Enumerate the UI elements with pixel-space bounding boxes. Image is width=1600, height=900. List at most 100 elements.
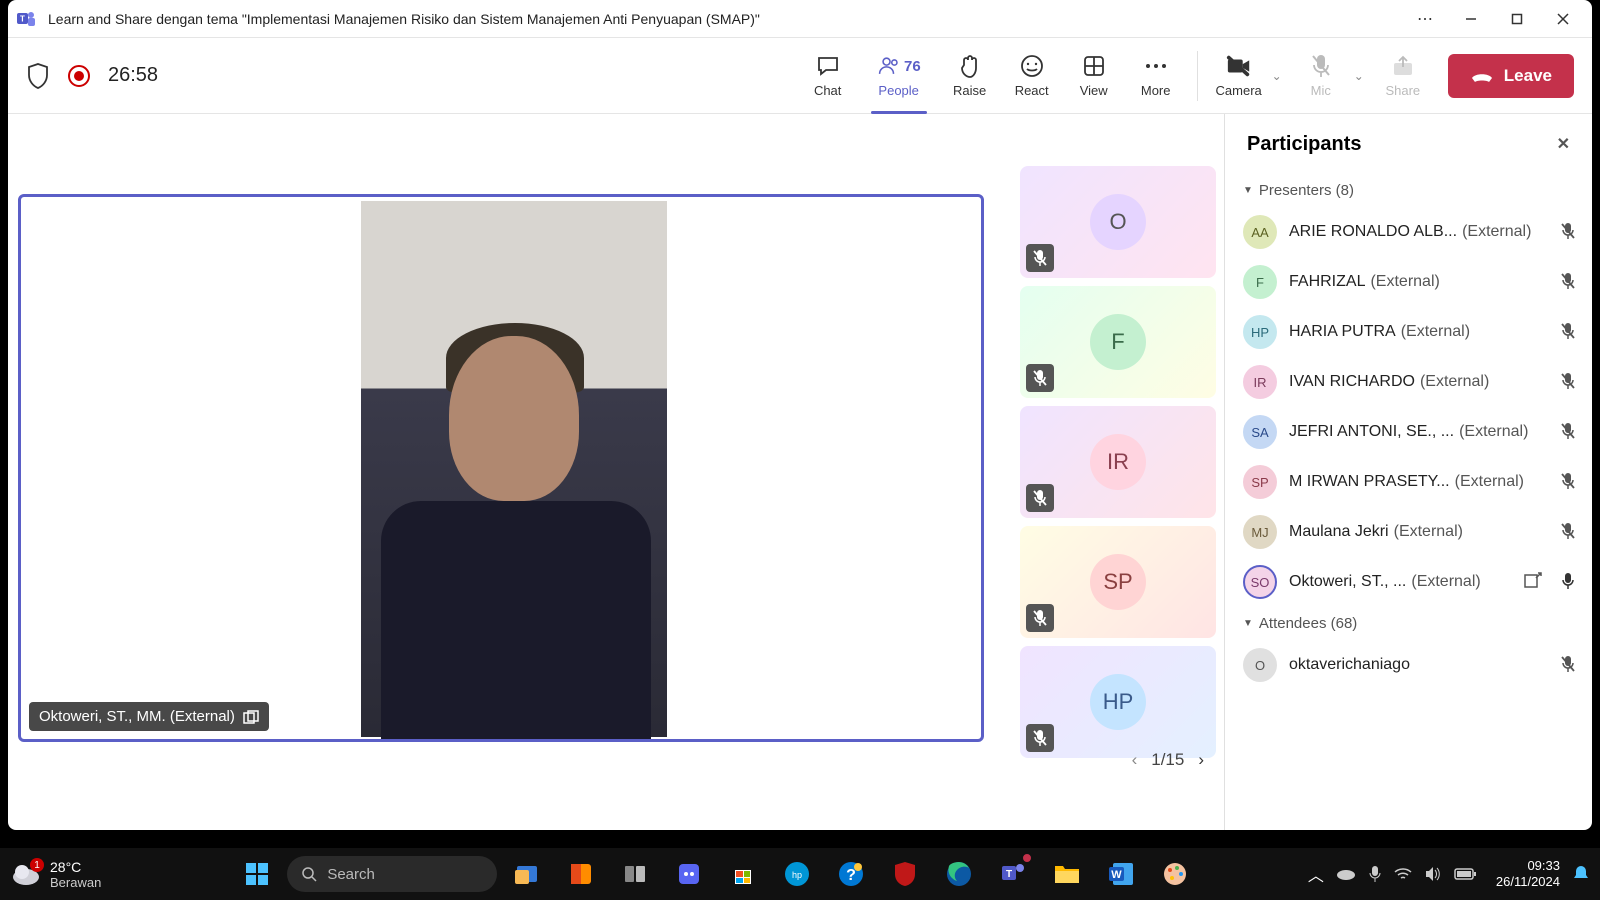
participant-tile[interactable]: F [1020,286,1216,398]
taskbar-app-2[interactable] [557,854,605,894]
participant-name: ARIE RONALDO ALB... (External) [1289,223,1544,241]
maximize-icon[interactable] [1494,0,1540,38]
close-panel-icon[interactable]: ✕ [1557,134,1570,154]
search-icon [301,866,317,882]
taskbar-help[interactable]: ? [827,854,875,894]
share-button[interactable]: Share [1372,44,1434,108]
system-tray: ︿ 09:33 26/11/2024 [1308,858,1590,891]
taskbar: 1 28°C Berawan Search hp ? T W ︿ 09:33 2… [0,848,1600,900]
speaker-name-tag: Oktoweri, ST., MM. (External) [29,702,269,731]
meeting-toolbar: 26:58 Chat 76 People Raise React View Mo… [8,38,1592,114]
raise-button[interactable]: Raise [939,44,1001,108]
participant-tile[interactable]: IR [1020,406,1216,518]
participant-row[interactable]: MJ Maulana Jekri (External) [1239,507,1584,557]
tray-battery-icon[interactable] [1454,868,1476,880]
avatar: IR [1243,365,1277,399]
taskbar-app-3[interactable] [665,854,713,894]
video-stage: Oktoweri, ST., MM. (External) O F IR SP … [8,114,1224,830]
participant-row[interactable]: SP M IRWAN PRASETY... (External) [1239,457,1584,507]
attendees-section-header[interactable]: ▼ Attendees (68) [1239,607,1584,640]
tray-wifi-icon[interactable] [1394,867,1412,881]
tray-volume-icon[interactable] [1424,866,1442,882]
tray-mic-icon[interactable] [1368,865,1382,883]
close-icon[interactable] [1540,0,1586,38]
taskbar-app-1[interactable] [503,854,551,894]
taskbar-teams[interactable]: T [989,854,1037,894]
taskbar-paint[interactable] [1151,854,1199,894]
mute-icon [1026,724,1054,752]
participant-row[interactable]: O oktaverichaniago [1239,640,1584,690]
avatar: IR [1090,434,1146,490]
presenters-section-header[interactable]: ▼ Presenters (8) [1239,174,1584,207]
taskbar-word[interactable]: W [1097,854,1145,894]
participant-row[interactable]: F FAHRIZAL (External) [1239,257,1584,307]
minimize-icon[interactable] [1448,0,1494,38]
leave-button[interactable]: Leave [1448,54,1574,98]
avatar: SA [1243,415,1277,449]
participant-row[interactable]: HP HARIA PUTRA (External) [1239,307,1584,357]
mute-icon [1026,244,1054,272]
start-button[interactable] [233,854,281,894]
mic-muted-icon [1560,522,1580,542]
tray-clock[interactable]: 09:33 26/11/2024 [1496,858,1560,891]
chat-icon [815,53,841,79]
mic-muted-icon [1560,322,1580,342]
mic-muted-icon [1560,272,1580,292]
participant-name: oktaverichaniago [1289,656,1544,674]
taskbar-search[interactable]: Search [287,856,497,892]
tray-notifications-icon[interactable] [1572,864,1590,884]
recording-icon[interactable] [68,65,90,87]
view-button[interactable]: View [1063,44,1125,108]
taskbar-mcafee[interactable] [881,854,929,894]
taskbar-store[interactable] [719,854,767,894]
more-button[interactable]: More [1125,44,1187,108]
sharing-icon [1524,572,1544,592]
teams-app-icon: T [14,7,38,31]
titlebar: T Learn and Share dengan tema "Implement… [8,0,1592,38]
people-button[interactable]: 76 People [859,44,939,108]
participants-panel: Participants ✕ ▼ Presenters (8) AA ARIE … [1224,114,1592,830]
participant-tile[interactable]: O [1020,166,1216,278]
avatar: SP [1090,554,1146,610]
participant-row[interactable]: AA ARIE RONALDO ALB... (External) [1239,207,1584,257]
weather-icon: 1 [10,862,42,886]
weather-widget[interactable]: 1 28°C Berawan [10,859,101,890]
tray-chevron-icon[interactable]: ︿ [1308,862,1324,886]
avatar: F [1090,314,1146,370]
tray-onedrive-icon[interactable] [1336,867,1356,881]
participant-row[interactable]: IR IVAN RICHARDO (External) [1239,357,1584,407]
svg-text:?: ? [846,867,856,884]
chat-button[interactable]: Chat [797,44,859,108]
hangup-icon [1470,68,1494,84]
mute-icon [1026,604,1054,632]
privacy-shield-icon[interactable] [26,62,50,90]
participant-row[interactable]: SA JEFRI ANTONI, SE., ... (External) [1239,407,1584,457]
pager-prev-icon[interactable]: ‹ [1132,750,1138,770]
main-speaker-video[interactable]: Oktoweri, ST., MM. (External) [18,194,984,742]
mic-muted-icon [1560,222,1580,242]
popout-icon[interactable] [243,710,259,724]
mic-button[interactable]: Mic [1290,44,1352,108]
participant-name: JEFRI ANTONI, SE., ... (External) [1289,423,1544,441]
taskbar-hp[interactable]: hp [773,854,821,894]
participant-tile[interactable]: SP [1020,526,1216,638]
pager-next-icon[interactable]: › [1198,750,1204,770]
participant-row[interactable]: SO Oktoweri, ST., ... (External) [1239,557,1584,607]
collapse-icon: ▼ [1243,185,1253,196]
avatar: AA [1243,215,1277,249]
avatar: O [1243,648,1277,682]
mic-chevron-icon[interactable]: ⌄ [1354,69,1364,83]
participant-name: HARIA PUTRA (External) [1289,323,1544,341]
camera-chevron-icon[interactable]: ⌄ [1272,69,1282,83]
mic-muted-icon [1560,655,1580,675]
taskbar-explorer[interactable] [1043,854,1091,894]
more-window-icon[interactable]: ⋯ [1402,0,1448,38]
window-title: Learn and Share dengan tema "Implementas… [48,11,1402,27]
camera-button[interactable]: Camera [1208,44,1270,108]
panel-title: Participants [1247,133,1361,156]
taskbar-edge[interactable] [935,854,983,894]
svg-text:W: W [1112,869,1123,881]
react-button[interactable]: React [1001,44,1063,108]
participant-tile[interactable]: HP [1020,646,1216,758]
taskbar-taskview[interactable] [611,854,659,894]
